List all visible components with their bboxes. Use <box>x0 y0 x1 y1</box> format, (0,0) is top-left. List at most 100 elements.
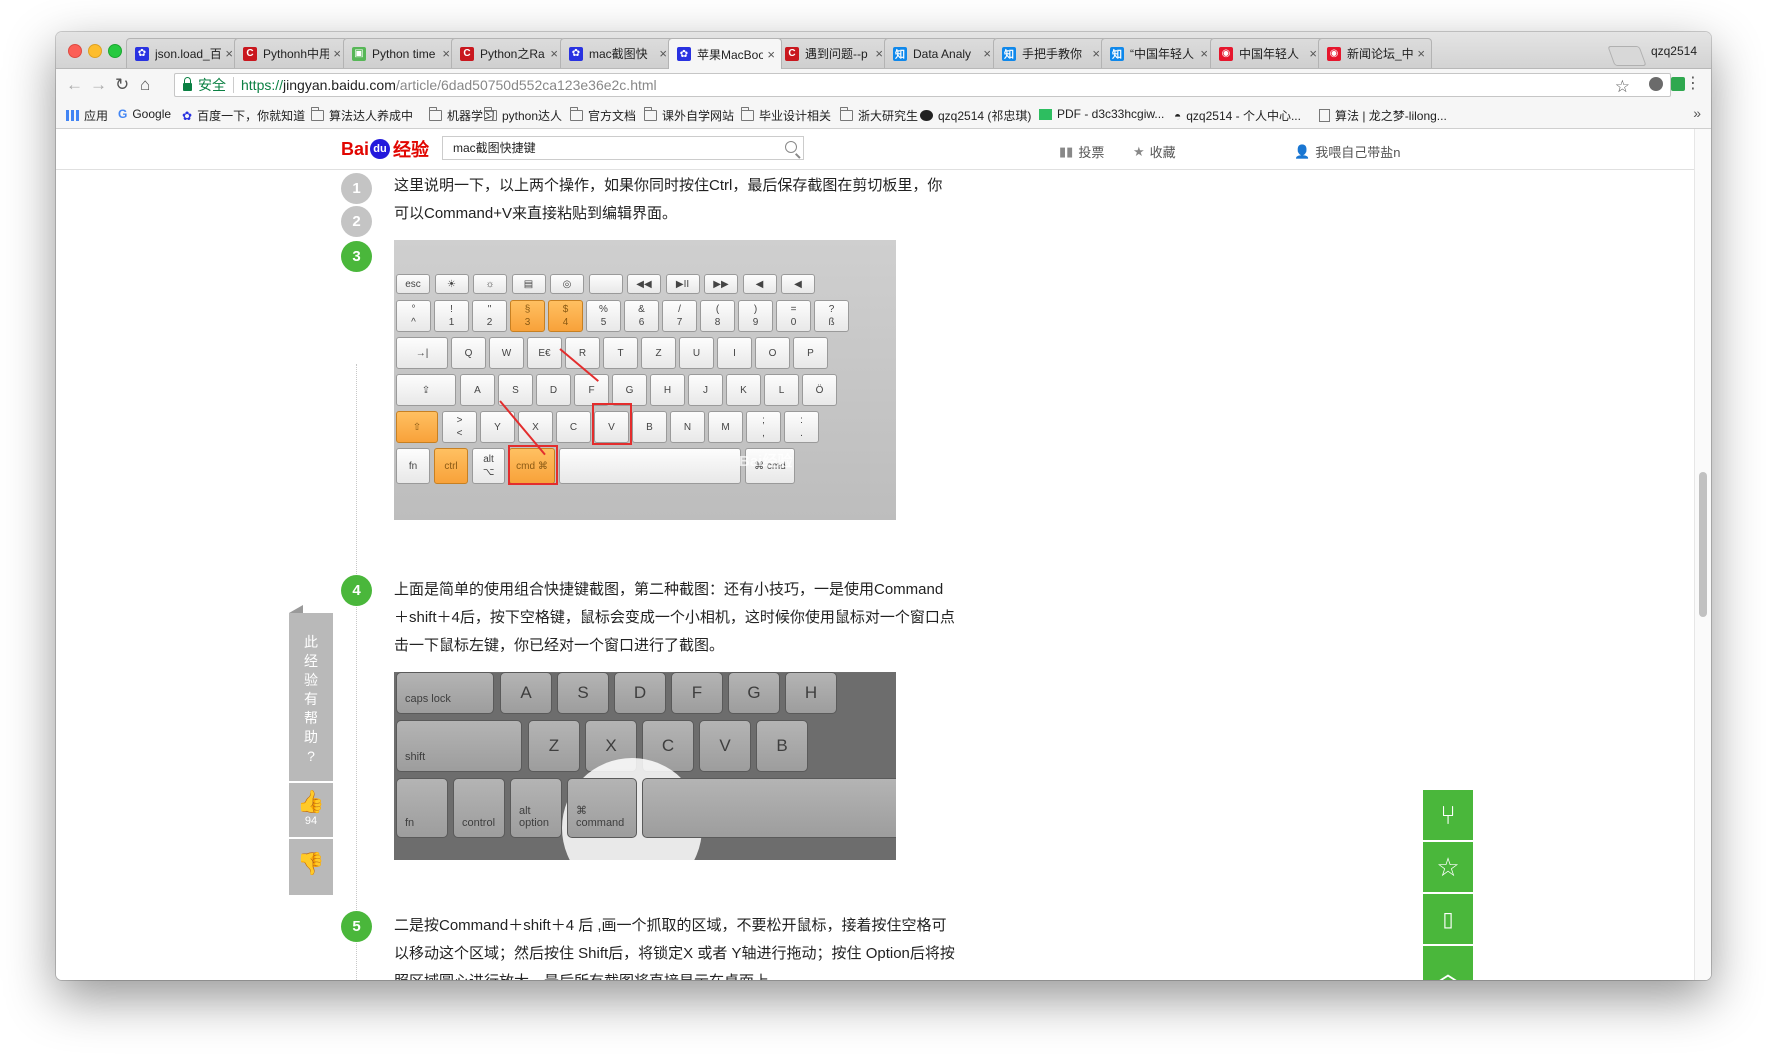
lock-icon <box>183 77 192 91</box>
new-tab-button[interactable] <box>1607 46 1647 66</box>
window-close-button[interactable] <box>68 44 82 58</box>
favorite-float-button[interactable]: ☆ <box>1423 842 1473 892</box>
scrollbar-thumb[interactable] <box>1699 472 1707 617</box>
window-maximize-button[interactable] <box>108 44 122 58</box>
keyboard-key: C <box>556 411 591 443</box>
highlight-box <box>508 445 558 485</box>
keyboard-key: ⇪ <box>396 374 456 406</box>
tab-close-icon[interactable]: × <box>659 46 667 61</box>
share-button[interactable]: ⑂ <box>1423 790 1473 840</box>
folder-icon <box>644 107 657 121</box>
tab-close-icon[interactable]: × <box>767 47 775 62</box>
favorite-label: 收藏 <box>1149 145 1176 160</box>
user-label: 我喂自己带盐n <box>1315 145 1401 160</box>
baidu-icon: ✿ <box>182 108 193 123</box>
bookmark-star-icon[interactable]: ☆ <box>1615 77 1630 97</box>
feedback-corner <box>289 605 303 613</box>
bookmark-item[interactable]: G Google <box>118 107 171 121</box>
baidu-jingyan-logo[interactable]: Bai du 经验 <box>341 136 429 162</box>
keyboard-key: ◎ <box>550 274 584 294</box>
bookmark-float-button[interactable]: ▯ <box>1423 894 1473 944</box>
excel-extension-icon[interactable] <box>1671 77 1685 91</box>
forward-icon[interactable]: → <box>90 76 107 94</box>
tab-close-icon[interactable]: × <box>442 46 450 61</box>
thumbs-down-button[interactable]: 👎 <box>289 839 333 895</box>
zhihu-icon: 知 <box>1002 46 1016 61</box>
thumbs-up-button[interactable]: 👍 94 <box>289 783 333 837</box>
tab-4[interactable]: C Python之Ra × <box>451 38 565 68</box>
tab-3[interactable]: ▣ Python time × <box>343 38 457 68</box>
tab-close-icon[interactable]: × <box>875 46 883 61</box>
keyboard-screenshot-2: caps lock A S D F G Hshift Z X C V Bfn control alt op… <box>394 672 896 860</box>
tab-close-icon[interactable]: × <box>1309 46 1317 61</box>
tab-5[interactable]: ✿ mac截图快 × <box>560 38 674 68</box>
tab-12[interactable]: ◉ 新闻论坛_中 × <box>1318 38 1432 68</box>
tab-6[interactable]: ✿ 苹果MacBoo × <box>668 38 782 69</box>
bookmark-item[interactable]: ✿ 百度一下，你就知道 <box>182 107 305 124</box>
tab-9[interactable]: 知手把手教你 × <box>993 38 1107 68</box>
bookmark-item[interactable]: 毕业设计相关 <box>741 107 831 124</box>
tab-close-icon[interactable]: × <box>550 46 558 61</box>
bookmark-item[interactable]: 浙大研究生 <box>840 107 918 124</box>
window-minimize-button[interactable] <box>88 44 102 58</box>
secure-label: 安全 <box>198 77 226 93</box>
url-host: jingyan.baidu.com <box>283 77 396 93</box>
runoob-icon: ▣ <box>352 46 366 61</box>
evernote-extension-icon[interactable] <box>1649 77 1663 91</box>
keyboard-key: = 0 <box>776 300 811 332</box>
keyboard-key: ◀◀ <box>627 274 661 294</box>
browser-window: ✿ json.load_百 × C Pythonh中用 × ▣ Python time × C Py… <box>56 32 1711 980</box>
tab-close-icon[interactable]: × <box>1200 46 1208 61</box>
tab-close-icon[interactable]: × <box>1417 46 1425 61</box>
back-icon[interactable]: ← <box>66 76 83 94</box>
tab-7[interactable]: C 遇到问题--p × <box>776 38 890 68</box>
address-bar[interactable]: 安全 https://jingyan.baidu.com/article/6da… <box>174 73 1671 97</box>
evernote-icon <box>1039 108 1052 120</box>
bookmark-item[interactable]: 官方文档 <box>570 107 636 124</box>
bookmark-item[interactable]: 算法 | 龙之梦-lilong... <box>1319 107 1447 124</box>
home-icon[interactable]: ⌂ <box>140 76 150 94</box>
search-icon[interactable] <box>785 141 797 153</box>
bookmark-item[interactable]: PDF - d3c33hcgiw... <box>1039 107 1164 121</box>
keyboard-key: alt ⌥ <box>472 448 505 484</box>
star-outline-icon: ☆ <box>1436 851 1460 882</box>
back-to-top-button[interactable]: ︿ <box>1423 946 1473 980</box>
tab-1[interactable]: ✿ json.load_百 × <box>126 38 240 68</box>
bookmark-item[interactable]: 应用 <box>66 107 108 124</box>
keyboard-key: ) 9 <box>738 300 773 332</box>
user-link[interactable]: 👤 我喂自己带盐n <box>1294 142 1400 161</box>
bookmark-item[interactable]: 算法达人养成中 <box>311 107 413 124</box>
tab-8[interactable]: 知 Data Analy × <box>884 38 998 68</box>
keyboard-key: ctrl <box>434 448 468 484</box>
reload-icon[interactable]: ↻ <box>115 76 129 94</box>
baidu-watermark: Bai经验 <box>739 453 793 470</box>
keyboard-key: I <box>717 337 752 369</box>
profile-name[interactable]: qzq2514 <box>1651 44 1697 58</box>
tab-close-icon[interactable]: × <box>1092 46 1100 61</box>
tab-close-icon[interactable]: × <box>333 46 341 61</box>
vote-label: 投票 <box>1078 145 1105 160</box>
search-input[interactable]: mac截图快捷键 <box>442 136 804 160</box>
bookmark-item[interactable]: ◓ qzq2514 - 个人中心... <box>1174 107 1301 124</box>
keyboard-key: ☀ <box>434 274 469 294</box>
menu-icon[interactable]: ⋮ <box>1685 75 1701 93</box>
tab-label: 新闻论坛_中 <box>1347 47 1414 61</box>
bookmark-item[interactable]: python达人 <box>484 107 562 124</box>
bookmark-label: qzq2514 (祁忠琪) <box>938 109 1032 123</box>
bookmark-item[interactable]: qzq2514 (祁忠琪) <box>920 107 1031 124</box>
tab-close-icon[interactable]: × <box>983 46 991 61</box>
tab-2[interactable]: C Pythonh中用 × <box>234 38 348 68</box>
tab-10[interactable]: 知 “中国年轻人 × <box>1101 38 1215 68</box>
bookmark-item[interactable]: 课外自学网站 <box>644 107 734 124</box>
keyboard-key: F <box>574 374 609 406</box>
page-scrollbar[interactable] <box>1694 129 1711 980</box>
zhihu-icon: 知 <box>893 46 907 61</box>
vote-link[interactable]: ▮▮ 投票 <box>1059 142 1104 161</box>
tab-close-icon[interactable]: × <box>225 46 233 61</box>
helpful-question-char: 此 <box>304 634 318 650</box>
tab-11[interactable]: ◉ 中国年轻人 × <box>1210 38 1324 68</box>
folder-icon <box>840 107 853 121</box>
favorite-link[interactable]: ★ 收藏 <box>1133 142 1176 161</box>
bookmarks-overflow-button[interactable]: » <box>1693 105 1701 121</box>
keyboard-screenshot-1: esc ☀ ☼ ▤ ◎ ◀◀ ▶II ▶▶ ◀ ◀ ° ^! 1 " 2 § 3 $ 4% 5 & 6/ 7… <box>394 240 896 520</box>
